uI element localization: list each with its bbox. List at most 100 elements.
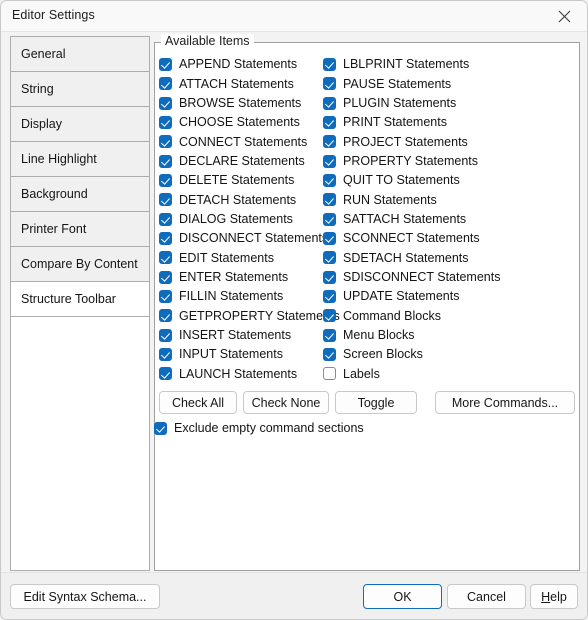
available-item-row[interactable]: SATTACH Statements (323, 210, 503, 229)
checkbox-attach-statements[interactable] (159, 77, 172, 91)
available-item-row[interactable]: FILLIN Statements (159, 287, 329, 306)
checkbox-launch-statements[interactable] (159, 367, 172, 381)
available-item-row[interactable]: SDISCONNECT Statements (323, 268, 503, 287)
checkbox-quit-to-statements[interactable] (323, 174, 336, 188)
available-item-label: INPUT Statements (179, 347, 283, 362)
close-icon[interactable] (542, 1, 587, 31)
available-item-label: SATTACH Statements (343, 212, 467, 227)
available-item-row[interactable]: LAUNCH Statements (159, 364, 329, 383)
checkbox-declare-statements[interactable] (159, 154, 172, 168)
available-item-row[interactable]: PROJECT Statements (323, 132, 503, 151)
available-item-row[interactable]: UPDATE Statements (323, 287, 503, 306)
checkbox-plugin-statements[interactable] (323, 96, 336, 110)
available-item-row[interactable]: PLUGIN Statements (323, 94, 503, 113)
sidebar-item-line-highlight[interactable]: Line Highlight (11, 142, 149, 177)
available-items-left-column: APPEND Statements ATTACH Statements BROWSE… (159, 55, 340, 384)
checkbox-getproperty-statements[interactable] (159, 309, 172, 323)
available-item-row[interactable]: DETACH Statements (159, 190, 329, 209)
sidebar-item-label: Structure Toolbar (21, 292, 116, 306)
checkbox-lblprint-statements[interactable] (323, 58, 336, 72)
available-item-row[interactable]: QUIT TO Statements (323, 171, 503, 190)
checkbox-choose-statements[interactable] (159, 116, 172, 130)
checkbox-edit-statements[interactable] (159, 251, 172, 265)
available-item-row[interactable]: DECLARE Statements (159, 152, 329, 171)
checkbox-append-statements[interactable] (159, 58, 172, 72)
sidebar-item-display[interactable]: Display (11, 107, 149, 142)
available-item-row[interactable]: DELETE Statements (159, 171, 329, 190)
checkbox-screen-blocks[interactable] (323, 348, 336, 362)
available-item-row[interactable]: EDIT Statements (159, 248, 329, 267)
available-item-row[interactable]: CHOOSE Statements (159, 113, 329, 132)
toggle-button[interactable]: Toggle (335, 391, 417, 414)
available-item-row[interactable]: INSERT Statements (159, 326, 329, 345)
available-item-row[interactable]: Screen Blocks (323, 345, 503, 364)
available-item-row[interactable]: Command Blocks (323, 306, 503, 325)
available-item-row[interactable]: ENTER Statements (159, 268, 329, 287)
sidebar-item-compare-by-content[interactable]: Compare By Content (11, 247, 149, 282)
available-item-label: UPDATE Statements (343, 289, 460, 304)
sidebar-item-general[interactable]: General (11, 37, 149, 72)
check-all-button[interactable]: Check All (159, 391, 237, 414)
checkbox-enter-statements[interactable] (159, 270, 172, 284)
available-item-row[interactable]: SDETACH Statements (323, 248, 503, 267)
available-item-label: GETPROPERTY Statements (179, 308, 340, 323)
checkbox-insert-statements[interactable] (159, 328, 172, 342)
checkbox-pause-statements[interactable] (323, 77, 336, 91)
checkbox-sdetach-statements[interactable] (323, 251, 336, 265)
checkbox-print-statements[interactable] (323, 116, 336, 130)
available-item-row[interactable]: DIALOG Statements (159, 210, 329, 229)
sidebar-item-printer-font[interactable]: Printer Font (11, 212, 149, 247)
checkbox-connect-statements[interactable] (159, 135, 172, 149)
checkbox-menu-blocks[interactable] (323, 328, 336, 342)
edit-syntax-schema-button[interactable]: Edit Syntax Schema... (10, 584, 160, 609)
checkbox-run-statements[interactable] (323, 193, 336, 207)
checkbox-browse-statements[interactable] (159, 96, 172, 110)
available-item-row[interactable]: PAUSE Statements (323, 74, 503, 93)
available-item-row[interactable]: DISCONNECT Statements (159, 229, 329, 248)
available-item-label: SDETACH Statements (343, 250, 469, 265)
checkbox-sattach-statements[interactable] (323, 212, 336, 226)
available-item-row[interactable]: Labels (323, 364, 503, 383)
sidebar-item-background[interactable]: Background (11, 177, 149, 212)
available-item-row[interactable]: LBLPRINT Statements (323, 55, 503, 74)
available-item-row[interactable]: CONNECT Statements (159, 132, 329, 151)
settings-tab-list[interactable]: General String Display Line Highlight Backgr… (10, 36, 150, 571)
available-item-row[interactable]: PRINT Statements (323, 113, 503, 132)
available-item-row[interactable]: RUN Statements (323, 190, 503, 209)
available-items-label: Available Items (161, 34, 254, 48)
cancel-button[interactable]: Cancel (447, 584, 526, 609)
check-none-button[interactable]: Check None (243, 391, 329, 414)
checkbox-fillin-statements[interactable] (159, 290, 172, 304)
available-item-row[interactable]: INPUT Statements (159, 345, 329, 364)
available-item-row[interactable]: BROWSE Statements (159, 94, 329, 113)
checkbox-delete-statements[interactable] (159, 174, 172, 188)
available-item-row[interactable]: PROPERTY Statements (323, 152, 503, 171)
checkbox-labels[interactable] (323, 367, 336, 381)
available-item-label: PROJECT Statements (343, 134, 468, 149)
checkbox-input-statements[interactable] (159, 348, 172, 362)
checkbox-project-statements[interactable] (323, 135, 336, 149)
available-item-row[interactable]: Menu Blocks (323, 326, 503, 345)
more-commands-button[interactable]: More Commands... (435, 391, 575, 414)
checkbox-update-statements[interactable] (323, 290, 336, 304)
exclude-empty-sections-checkbox[interactable] (154, 422, 167, 435)
exclude-empty-sections-row[interactable]: Exclude empty command sections (154, 422, 364, 435)
available-item-row[interactable]: APPEND Statements (159, 55, 329, 74)
ok-button[interactable]: OK (363, 584, 442, 609)
sidebar-item-structure-toolbar[interactable]: Structure Toolbar (11, 282, 149, 317)
available-item-row[interactable]: ATTACH Statements (159, 74, 329, 93)
available-item-label: RUN Statements (343, 192, 437, 207)
available-item-label: PROPERTY Statements (343, 154, 479, 169)
checkbox-property-statements[interactable] (323, 154, 336, 168)
checkbox-sdisconnect-statements[interactable] (323, 270, 336, 284)
checkbox-disconnect-statements[interactable] (159, 232, 172, 246)
checkbox-dialog-statements[interactable] (159, 212, 172, 226)
help-button[interactable]: Help (530, 584, 578, 609)
available-item-row[interactable]: GETPROPERTY Statements (159, 306, 340, 325)
sidebar-item-string[interactable]: String (11, 72, 149, 107)
checkbox-detach-statements[interactable] (159, 193, 172, 207)
checkbox-sconnect-statements[interactable] (323, 232, 336, 246)
checkbox-command-blocks[interactable] (323, 309, 336, 323)
available-item-label: Menu Blocks (343, 328, 415, 342)
available-item-row[interactable]: SCONNECT Statements (323, 229, 503, 248)
